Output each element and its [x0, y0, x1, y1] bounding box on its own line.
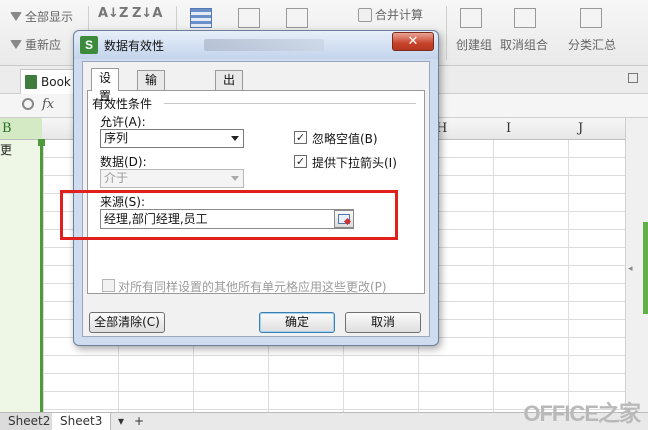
ungroup-button[interactable]: 取消组合: [500, 36, 548, 53]
column-header-j[interactable]: J: [578, 121, 583, 136]
chevron-down-icon: [231, 136, 239, 141]
dialog-titlebar[interactable]: S 数据有效性 ✕: [74, 31, 438, 59]
allow-label: 允许(A):: [100, 115, 146, 129]
column-b-selection[interactable]: [0, 140, 42, 412]
fx-label[interactable]: fx: [42, 97, 54, 112]
subtotal-button[interactable]: 分类汇总: [568, 36, 616, 53]
data-validation-dialog: S 数据有效性 ✕ 设置 输入信息 出错警告 有效性条件 允许(A): 序列 ✓…: [73, 30, 439, 346]
watermark-logo: OFFICE之家: [523, 401, 641, 426]
sort-descending-icon[interactable]: Z↓A: [132, 6, 162, 21]
data-select: 介于: [100, 169, 244, 188]
merge-calc-button[interactable]: 合并计算: [358, 6, 423, 23]
data-label: 数据(D):: [100, 155, 147, 169]
scrollbar-thumb[interactable]: [643, 222, 648, 314]
subtotal-icon[interactable]: [580, 8, 602, 28]
cell-b1[interactable]: 更: [0, 141, 12, 158]
create-group-icon[interactable]: [460, 8, 482, 28]
scroll-grip-icon: ◂: [628, 264, 633, 274]
spreadsheet-icon: [25, 75, 37, 89]
selection-border: [40, 140, 43, 412]
data-value: 介于: [104, 171, 129, 185]
show-all-button[interactable]: 全部显示: [10, 8, 73, 25]
sheet-tab-sheet3[interactable]: Sheet3: [52, 413, 112, 430]
ignore-blank-checkbox[interactable]: ✓: [294, 131, 307, 144]
column-header-b[interactable]: B: [2, 121, 12, 136]
merge-calc-label: 合并计算: [375, 8, 424, 22]
sheet-tab-sheet2[interactable]: Sheet2: [0, 413, 60, 430]
allow-value: 序列: [104, 131, 129, 145]
sort-ascending-icon[interactable]: A↓Z: [98, 6, 128, 21]
group-divider: [164, 103, 416, 104]
sheet-tab-bar: Sheet2 Sheet3 ▾ + OFFICE之家: [0, 401, 648, 430]
sheet-list-icon[interactable]: ▾: [118, 413, 124, 430]
highlight-duplicates-icon[interactable]: [190, 8, 212, 28]
document-tab-label: Book: [41, 75, 71, 89]
merge-calc-icon: [358, 7, 372, 22]
ungroup-icon[interactable]: [514, 8, 536, 28]
dropdown-arrow-label: 提供下拉箭头(I): [312, 156, 397, 170]
add-sheet-button[interactable]: +: [134, 413, 144, 430]
column-header-i[interactable]: I: [506, 121, 511, 136]
refilter-icon: [10, 40, 22, 49]
tab-error-alert[interactable]: 出错警告: [215, 70, 244, 141]
cancel-button[interactable]: 取消: [345, 312, 421, 333]
allow-select[interactable]: 序列: [100, 129, 244, 148]
tab-settings[interactable]: 设置: [91, 68, 120, 103]
dialog-title: 数据有效性: [104, 39, 165, 53]
ignore-blank-label: 忽略空值(B): [312, 132, 378, 146]
reapply-button[interactable]: 重新应: [10, 36, 61, 53]
filter-icon: [10, 12, 22, 21]
data-compare-icon[interactable]: [238, 8, 260, 28]
chevron-down-icon: [231, 176, 239, 181]
window-menu-icon[interactable]: [628, 73, 638, 83]
show-all-label: 全部显示: [25, 10, 74, 24]
apply-all-checkbox: [102, 279, 115, 292]
apply-all-label: 对所有同样设置的其他所有单元格应用这些更改(P): [118, 280, 387, 294]
ribbon-separator: [446, 6, 447, 60]
clear-all-button[interactable]: 全部清除(C): [89, 312, 165, 333]
create-group-button[interactable]: 创建组: [456, 36, 492, 53]
validation-icon[interactable]: [286, 8, 308, 28]
magnifier-icon[interactable]: [22, 98, 34, 110]
dropdown-arrow-checkbox[interactable]: ✓: [294, 155, 307, 168]
close-button[interactable]: ✕: [392, 32, 434, 51]
reapply-label: 重新应: [25, 38, 62, 52]
app-logo-icon: S: [80, 36, 98, 54]
title-blur: [204, 39, 324, 51]
source-highlight-box: [60, 190, 398, 240]
ok-button[interactable]: 确定: [259, 312, 335, 333]
selection-handle[interactable]: [38, 139, 45, 146]
tab-input-message[interactable]: 输入信息: [137, 70, 166, 141]
